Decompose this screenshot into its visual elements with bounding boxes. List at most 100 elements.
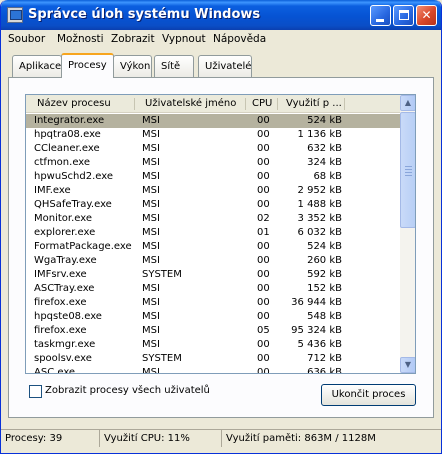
process-cpu: 00 [257, 255, 270, 266]
process-user: MSI [142, 199, 160, 210]
menu-file[interactable]: Soubor [8, 33, 45, 45]
process-memory: 324 kB [307, 157, 342, 168]
show-all-users-label[interactable]: Zobrazit procesy všech uživatelů [45, 385, 210, 396]
column-divider[interactable] [134, 98, 135, 110]
process-row[interactable]: spoolsv.exe SYSTEM 00 712 kB [26, 352, 400, 366]
process-row[interactable]: hpqtra08.exe MSI 00 1 136 kB [26, 128, 400, 142]
process-cpu: 00 [257, 129, 270, 140]
process-memory: 548 kB [307, 311, 342, 322]
process-list[interactable]: Název procesu Uživatelské jméno CPU Využ… [25, 94, 416, 374]
status-process-count: Procesy: 39 [1, 429, 99, 447]
tab-networking[interactable]: Sítě [154, 55, 194, 77]
process-cpu: 01 [257, 227, 270, 238]
tab-performance[interactable]: Výkon [113, 55, 152, 77]
menu-options[interactable]: Možnosti [57, 33, 104, 45]
process-row[interactable]: IMF.exe MSI 00 2 952 kB [26, 184, 400, 198]
column-cpu[interactable]: CPU [252, 98, 272, 109]
process-user: MSI [142, 129, 160, 140]
process-memory: 592 kB [307, 269, 342, 280]
menu-shutdown[interactable]: Vypnout [162, 33, 206, 45]
task-manager-window: Správce úloh systému Windows ✕ Soubor Mo… [0, 0, 442, 454]
process-user: MSI [142, 115, 160, 126]
process-cpu: 00 [257, 115, 270, 126]
process-cpu: 05 [257, 325, 270, 336]
process-cpu: 00 [257, 269, 270, 280]
process-user: MSI [142, 283, 160, 294]
process-user: MSI [142, 227, 160, 238]
process-cpu: 00 [257, 339, 270, 350]
process-memory: 712 kB [307, 353, 342, 364]
title-bar[interactable]: Správce úloh systému Windows ✕ [1, 0, 441, 30]
column-divider[interactable] [277, 98, 278, 110]
column-user-name[interactable]: Uživatelské jméno [145, 98, 236, 109]
process-memory: 524 kB [307, 241, 342, 252]
process-memory: 1 136 kB [297, 129, 342, 140]
process-user: MSI [142, 241, 160, 252]
chevron-down-icon: ▼ [404, 360, 412, 369]
process-memory: 5 436 kB [297, 339, 342, 350]
column-divider[interactable] [245, 98, 246, 110]
process-row[interactable]: firefox.exe MSI 00 36 944 kB [26, 296, 400, 310]
show-all-users-checkbox[interactable] [29, 385, 42, 398]
process-row[interactable]: taskmgr.exe MSI 00 5 436 kB [26, 338, 400, 352]
minimize-button[interactable] [370, 5, 391, 26]
process-name: explorer.exe [34, 227, 96, 238]
process-cpu: 00 [257, 185, 270, 196]
scroll-up-button[interactable]: ▲ [400, 95, 415, 111]
process-memory: 524 kB [307, 115, 342, 126]
process-rows: Integrator.exe MSI 00 524 kB hpqtra08.exe MSI… [26, 114, 400, 374]
process-name: Integrator.exe [34, 115, 105, 126]
process-row[interactable]: IMFsrv.exe SYSTEM 00 592 kB [26, 268, 400, 282]
close-icon: ✕ [421, 8, 432, 22]
tab-applications[interactable]: Aplikace [12, 55, 62, 77]
process-row[interactable]: ctfmon.exe MSI 00 324 kB [26, 156, 400, 170]
process-cpu: 00 [257, 199, 270, 210]
process-name: QHSafeTray.exe [34, 199, 112, 210]
process-row[interactable]: FormatPackage.exe MSI 00 524 kB [26, 240, 400, 254]
close-button[interactable]: ✕ [416, 5, 437, 26]
process-row[interactable]: WgaTray.exe MSI 00 260 kB [26, 254, 400, 268]
process-row[interactable]: QHSafeTray.exe MSI 00 1 488 kB [26, 198, 400, 212]
process-memory: 260 kB [307, 255, 342, 266]
process-name: spoolsv.exe [34, 353, 92, 364]
menu-view[interactable]: Zobrazit [111, 33, 155, 45]
process-user: MSI [142, 143, 160, 154]
process-row[interactable]: hpqste08.exe MSI 00 548 kB [26, 310, 400, 324]
scroll-down-button[interactable]: ▼ [400, 357, 415, 373]
process-row[interactable]: CCleaner.exe MSI 00 632 kB [26, 142, 400, 156]
process-memory: 1 488 kB [297, 199, 342, 210]
column-process-name[interactable]: Název procesu [37, 98, 111, 109]
process-name: IMFsrv.exe [34, 269, 87, 280]
process-row[interactable]: explorer.exe MSI 01 6 032 kB [26, 226, 400, 240]
process-cpu: 00 [257, 283, 270, 294]
end-process-button[interactable]: Ukončit proces [321, 384, 416, 406]
column-divider[interactable] [344, 98, 345, 110]
grip-line [405, 172, 412, 173]
process-name: ASC.exe [34, 367, 76, 374]
process-user: MSI [142, 367, 160, 374]
scroll-thumb[interactable] [400, 112, 415, 228]
process-cpu: 00 [257, 297, 270, 308]
process-row[interactable]: ASC.exe MSI 00 636 kB [26, 366, 400, 374]
process-user: MSI [142, 339, 160, 350]
process-user: MSI [142, 297, 160, 308]
process-row[interactable]: Integrator.exe MSI 00 524 kB [26, 114, 400, 128]
process-cpu: 00 [257, 157, 270, 168]
process-memory: 68 kB [313, 171, 342, 182]
vertical-scrollbar[interactable]: ▲ ▼ [400, 95, 415, 373]
column-memory[interactable]: Využití p ... [286, 98, 342, 109]
menu-help[interactable]: Nápověda [213, 33, 266, 45]
process-row[interactable]: Monitor.exe MSI 02 3 352 kB [26, 212, 400, 226]
process-row[interactable]: ASCTray.exe MSI 00 152 kB [26, 282, 400, 296]
process-name: CCleaner.exe [34, 143, 100, 154]
process-memory: 2 952 kB [297, 185, 342, 196]
process-cpu: 02 [257, 213, 270, 224]
tab-users[interactable]: Uživatelé [198, 55, 252, 77]
process-name: hpqste08.exe [34, 311, 102, 322]
tab-processes[interactable]: Procesy [61, 53, 114, 78]
maximize-button[interactable] [393, 5, 414, 26]
process-name: IMF.exe [34, 185, 71, 196]
process-row[interactable]: firefox.exe MSI 05 95 324 kB [26, 324, 400, 338]
process-row[interactable]: hpwuSchd2.exe MSI 00 68 kB [26, 170, 400, 184]
process-user: MSI [142, 171, 160, 182]
